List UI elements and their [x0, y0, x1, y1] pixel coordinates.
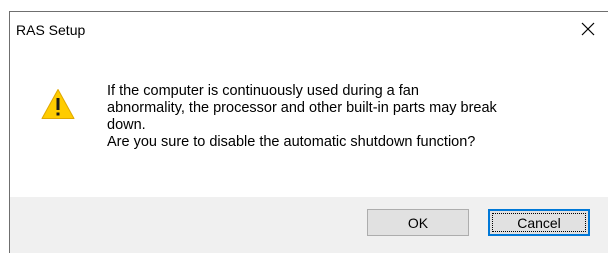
- ras-setup-dialog: RAS Setup If the computer is continuousl…: [9, 11, 608, 253]
- title-bar[interactable]: RAS Setup: [10, 12, 608, 52]
- message-line: If the computer is continuously used dur…: [107, 83, 419, 99]
- ok-button-label: OK: [407, 214, 429, 231]
- message-line: abnormality, the processor and other bui…: [107, 100, 497, 116]
- message-line: Are you sure to disable the automatic sh…: [107, 134, 476, 150]
- dialog-message: If the computer is continuously used dur…: [107, 83, 587, 151]
- screen: RAS Setup If the computer is continuousl…: [0, 0, 608, 253]
- close-button[interactable]: [568, 12, 608, 46]
- button-bar: OK Cancel: [10, 197, 608, 253]
- message-line: down.: [107, 117, 146, 133]
- close-icon: [581, 22, 595, 36]
- cancel-button[interactable]: Cancel: [488, 209, 590, 236]
- cancel-button-label: Cancel: [517, 214, 561, 231]
- ok-button[interactable]: OK: [367, 209, 469, 236]
- warning-icon: [41, 88, 75, 120]
- dialog-title: RAS Setup: [16, 22, 86, 38]
- dialog-content: If the computer is continuously used dur…: [10, 52, 608, 197]
